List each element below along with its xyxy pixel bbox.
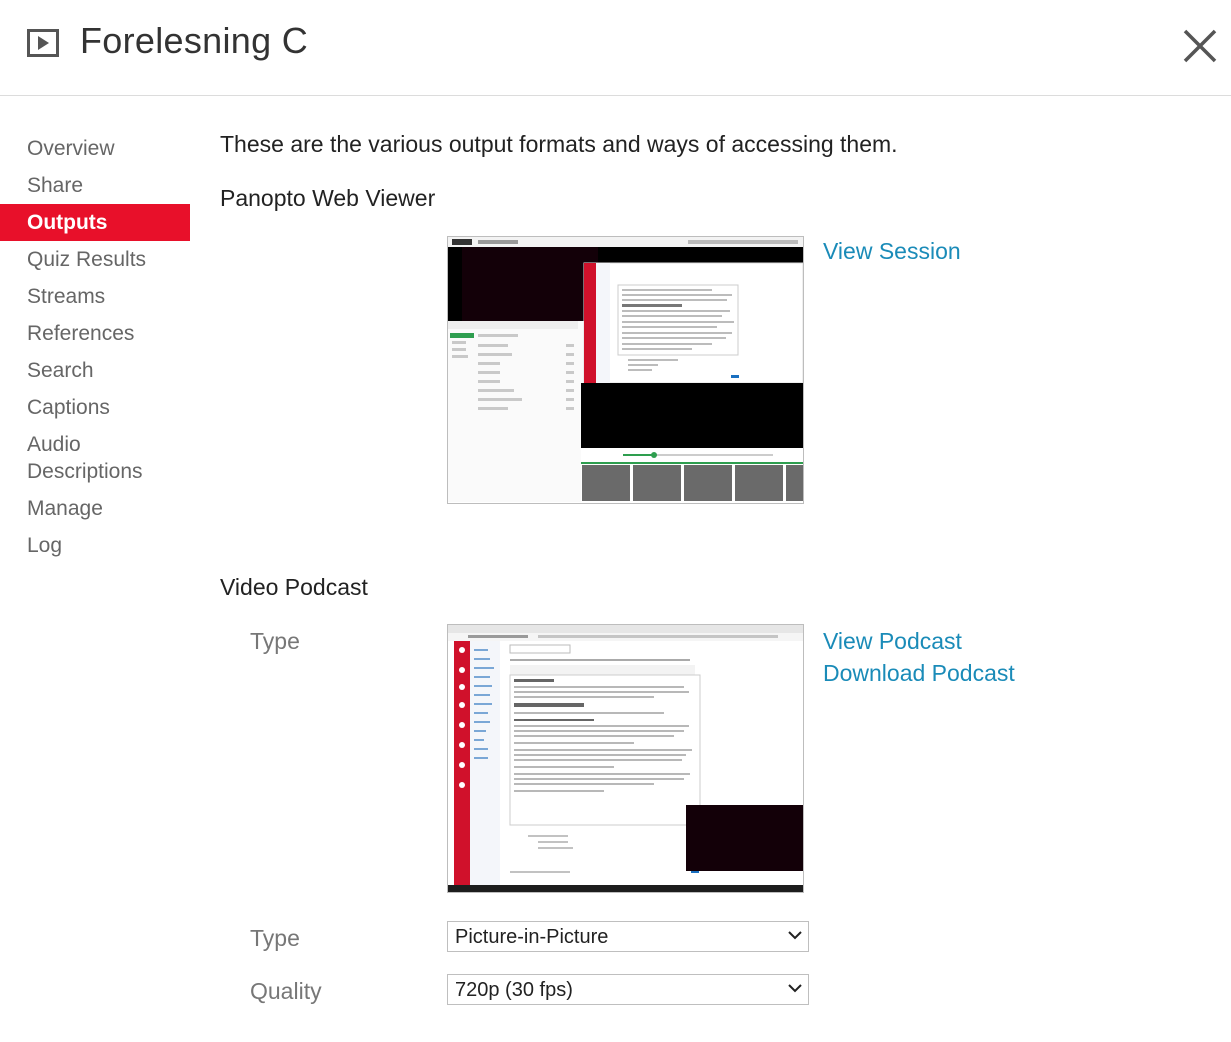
web-viewer-heading: Panopto Web Viewer: [220, 185, 436, 211]
podcast-type-select-label: Type: [250, 925, 300, 951]
sidebar-item-log[interactable]: Log: [0, 527, 190, 564]
sidebar-item-captions[interactable]: Captions: [0, 389, 190, 426]
podcast-type-value: Picture-in-Picture: [455, 926, 609, 948]
sidebar-item-share[interactable]: Share: [0, 167, 190, 204]
view-podcast-link[interactable]: View Podcast: [823, 628, 962, 655]
podcast-thumbnail[interactable]: [447, 624, 804, 893]
play-icon: [27, 29, 59, 57]
sidebar-item-overview[interactable]: Overview: [0, 130, 190, 167]
sidebar-item-outputs[interactable]: Outputs: [0, 204, 190, 241]
podcast-quality-label: Quality: [250, 978, 322, 1004]
dialog-header: Forelesning C: [0, 0, 1231, 96]
podcast-type-select[interactable]: Picture-in-Picture: [447, 921, 809, 952]
intro-text: These are the various output formats and…: [220, 131, 898, 157]
page-title: Forelesning C: [80, 20, 309, 61]
download-podcast-link[interactable]: Download Podcast: [823, 660, 1015, 687]
video-podcast-heading: Video Podcast: [220, 574, 368, 600]
chevron-down-icon: [788, 931, 802, 940]
chevron-down-icon: [788, 984, 802, 993]
podcast-quality-value: 720p (30 fps): [455, 979, 573, 1001]
view-session-link[interactable]: View Session: [823, 238, 961, 265]
web-viewer-thumbnail[interactable]: [447, 236, 804, 504]
sidebar-nav: Overview Share Outputs Quiz Results Stre…: [0, 130, 190, 564]
podcast-quality-select[interactable]: 720p (30 fps): [447, 974, 809, 1005]
sidebar-item-streams[interactable]: Streams: [0, 278, 190, 315]
sidebar-item-search[interactable]: Search: [0, 352, 190, 389]
sidebar-item-audio-descriptions[interactable]: Audio Descriptions: [0, 426, 157, 490]
sidebar-item-manage[interactable]: Manage: [0, 490, 190, 527]
sidebar-item-quiz-results[interactable]: Quiz Results: [0, 241, 190, 278]
close-icon[interactable]: [1180, 26, 1220, 66]
sidebar-item-references[interactable]: References: [0, 315, 190, 352]
podcast-type-label: Type: [250, 628, 300, 654]
